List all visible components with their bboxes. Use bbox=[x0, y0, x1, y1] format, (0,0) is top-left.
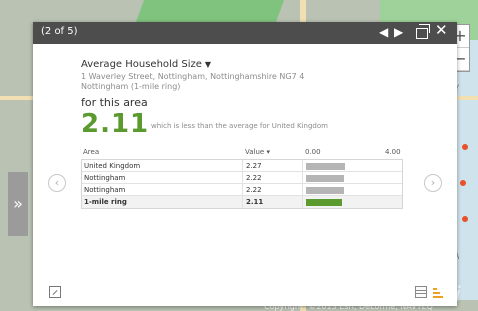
table-row[interactable]: 1-mile ring 2.11 bbox=[82, 196, 402, 208]
table-row[interactable]: United Kingdom 2.27 bbox=[82, 160, 402, 172]
zoom-to-icon[interactable] bbox=[49, 286, 61, 298]
cell-value: 2.22 bbox=[246, 174, 262, 182]
side-panel-toggle-button[interactable]: » bbox=[8, 172, 28, 236]
park-area bbox=[135, 0, 285, 22]
bar-track bbox=[306, 163, 386, 170]
cell-area: United Kingdom bbox=[84, 162, 141, 170]
infographic-popup: (2 of 5) ◀ ▶ ✕ ‹ › Average Household Siz… bbox=[33, 22, 457, 306]
map-pin-icon[interactable] bbox=[462, 144, 468, 150]
address-line: 1 Waverley Street, Nottingham, Nottingha… bbox=[81, 72, 305, 81]
value-bar bbox=[306, 199, 342, 206]
scale-min-label: 0.00 bbox=[305, 148, 321, 156]
table-view-icon[interactable] bbox=[415, 286, 427, 298]
next-infographic-button[interactable]: › bbox=[424, 174, 442, 192]
bar-track bbox=[306, 175, 386, 182]
map-pin-icon[interactable] bbox=[462, 216, 468, 222]
for-area-label: for this area bbox=[81, 96, 148, 109]
scale-max-label: 4.00 bbox=[385, 148, 401, 156]
cell-value: 2.11 bbox=[246, 198, 264, 206]
bar-track bbox=[306, 187, 386, 194]
map-pin-icon[interactable] bbox=[460, 180, 466, 186]
previous-infographic-button[interactable]: ‹ bbox=[48, 174, 66, 192]
previous-feature-icon[interactable]: ◀ bbox=[379, 25, 388, 39]
next-feature-icon[interactable]: ▶ bbox=[394, 25, 403, 39]
bar-track bbox=[306, 199, 386, 206]
cell-value: 2.22 bbox=[246, 186, 262, 194]
dropdown-icon: ▼ bbox=[204, 60, 212, 69]
headline-value: 2.11 bbox=[81, 109, 150, 139]
address-line: Nottingham (1-mile ring) bbox=[81, 82, 181, 91]
cell-value: 2.27 bbox=[246, 162, 262, 170]
table-row[interactable]: Nottingham 2.22 bbox=[82, 184, 402, 196]
popup-body: ‹ › Average Household Size ▼ 1 Waverley S… bbox=[33, 44, 457, 306]
infographic-content: Average Household Size ▼ 1 Waverley Stree… bbox=[81, 54, 417, 280]
cell-area: Nottingham bbox=[84, 186, 126, 194]
variable-title: Average Household Size bbox=[81, 59, 202, 70]
column-header-value[interactable]: Value ▾ bbox=[245, 148, 270, 156]
close-icon[interactable]: ✕ bbox=[435, 23, 448, 38]
comparison-text: which is less than the average for Unite… bbox=[151, 122, 328, 130]
value-bar bbox=[306, 175, 344, 182]
bar-chart-icon[interactable] bbox=[433, 286, 445, 298]
value-bar bbox=[306, 163, 345, 170]
table-row[interactable]: Nottingham 2.22 bbox=[82, 172, 402, 184]
table-body: United Kingdom 2.27 Nottingham 2.22 Nottingh… bbox=[81, 159, 403, 209]
popup-header: (2 of 5) ◀ ▶ ✕ bbox=[33, 22, 457, 44]
cell-area: Nottingham bbox=[84, 174, 126, 182]
cell-area: 1-mile ring bbox=[84, 198, 127, 206]
feature-counter: (2 of 5) bbox=[41, 26, 78, 37]
location-address: 1 Waverley Street, Nottingham, Nottingha… bbox=[81, 72, 361, 92]
maximize-icon[interactable] bbox=[416, 24, 430, 39]
value-bar bbox=[306, 187, 344, 194]
column-header-area[interactable]: Area bbox=[83, 148, 99, 156]
variable-selector[interactable]: Average Household Size ▼ bbox=[81, 59, 211, 70]
